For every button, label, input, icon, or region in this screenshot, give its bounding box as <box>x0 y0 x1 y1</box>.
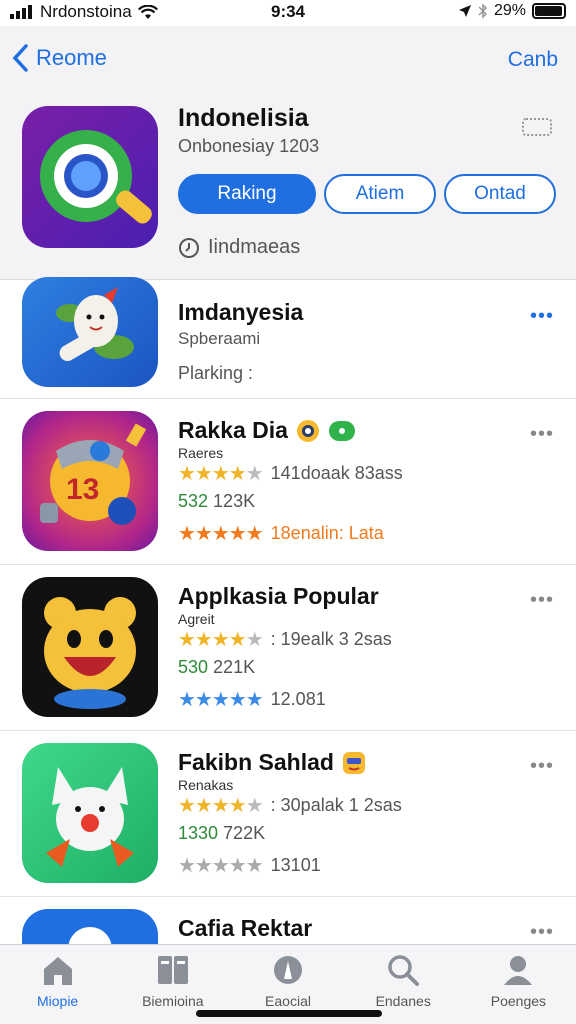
more-options-icon[interactable]: ••• <box>530 589 554 612</box>
home-icon <box>43 957 72 985</box>
download-count-suffix: 123K <box>208 491 256 511</box>
app-title-text: Fakibn Sahlad <box>178 749 334 775</box>
rating-text: 141doaak 83ass <box>270 463 403 483</box>
back-label: Reome <box>36 45 107 70</box>
star-rating-icon: ★★★★★ <box>178 855 264 877</box>
clock-icon <box>179 237 199 258</box>
rating-row: ★★★★★ : 19ealk 3 2sas <box>178 627 392 652</box>
rating-text: 12.081 <box>270 689 326 709</box>
more-options-icon[interactable]: ••• <box>530 921 554 944</box>
rating-text: 18enalin: Lata <box>270 523 384 543</box>
tab-label: Endanes <box>375 993 431 1009</box>
tab-label: Biemioina <box>142 993 204 1009</box>
contact-button[interactable]: Ontad <box>444 174 556 214</box>
status-right: 29% <box>458 2 566 20</box>
location-arrow-icon <box>458 5 471 17</box>
app-subtitle: Raeres <box>178 445 224 461</box>
app-detail-header: Reome Canb Indonelisia Onbonesiay 1203 R… <box>0 26 576 280</box>
battery-icon <box>532 3 566 19</box>
download-count-number: 1330 <box>178 823 219 843</box>
star-rating-icon: ★★★★★ <box>178 523 264 545</box>
action-button[interactable]: Atiem <box>324 174 436 214</box>
star-rating-icon: ★★★★★ <box>178 689 264 711</box>
app-title: Fakibn Sahlad <box>178 749 366 776</box>
rating-row-secondary: ★★★★★ 18enalin: Lata <box>178 521 384 546</box>
app-title-text: Imdanyesia <box>178 299 304 325</box>
more-options-icon[interactable]: ••• <box>530 305 554 328</box>
app-title-text: Applkasia Popular <box>178 583 379 609</box>
app-ranking-label: Plarking : <box>178 363 254 383</box>
app-icon-search[interactable] <box>22 106 158 248</box>
bluetooth-icon <box>478 3 488 19</box>
download-count: 530 221K <box>178 657 255 678</box>
download-count-number: 530 <box>178 657 209 677</box>
app-icon-game-ball: 13 <box>22 411 158 551</box>
download-count: 532 123K <box>178 491 255 512</box>
download-count-suffix: 722K <box>218 823 266 843</box>
app-list: Imdanyesia ••• Spberaami Plarking : 13 R… <box>0 277 576 1024</box>
rating-text: : 30palak 1 2sas <box>270 795 402 815</box>
app-subtitle: Spberaami <box>178 329 261 348</box>
app-icon-fox <box>22 743 158 883</box>
app-subtitle: Agreit <box>178 611 215 627</box>
back-button[interactable]: Reome <box>12 44 107 72</box>
app-icon-mascot <box>22 277 158 387</box>
tab-label: Miopie <box>36 993 79 1009</box>
svg-text:13: 13 <box>66 473 99 506</box>
social-icon <box>274 956 302 984</box>
download-count: 1330 722K <box>178 823 265 844</box>
rating-text: 13101 <box>270 855 321 875</box>
chevron-left-icon <box>12 44 28 72</box>
app-title: Indonelisia <box>178 104 309 132</box>
app-meta-text: Iindmaeas <box>208 236 301 258</box>
ranking-button[interactable]: Raking <box>178 174 316 214</box>
app-meta: Iindmaeas <box>178 236 300 259</box>
app-subtitle: Renakas <box>178 777 234 793</box>
rating-row-secondary: ★★★★★ 13101 <box>178 853 321 878</box>
rating-row: ★★★★★ : 30palak 1 2sas <box>178 793 402 818</box>
app-title-text: Cafia Rektar <box>178 915 313 941</box>
tab-home[interactable]: Miopie <box>0 945 115 1024</box>
list-item[interactable]: Fakibn Sahlad ••• Renakas ★★★★★ : 30pala… <box>0 731 576 897</box>
app-title: Rakka Dia <box>178 417 356 444</box>
face-emoji-icon <box>296 419 319 442</box>
grid-icon <box>157 956 188 984</box>
download-count-suffix: 221K <box>208 657 256 677</box>
green-badge-icon <box>328 420 355 441</box>
app-title: Applkasia Popular <box>178 583 379 610</box>
rating-row: ★★★★★ 141doaak 83ass <box>178 461 403 486</box>
rating-row-secondary: ★★★★★ 12.081 <box>178 687 326 712</box>
app-title: Imdanyesia <box>178 299 303 326</box>
download-count-number: 532 <box>178 491 209 511</box>
status-bar: Nrdonstoina 9:34 29% <box>0 0 576 26</box>
emoji-badge-icon <box>342 751 365 774</box>
app-icon-bear <box>22 577 158 717</box>
tab-label: Poenges <box>490 993 547 1009</box>
home-indicator[interactable] <box>196 1010 382 1017</box>
star-rating-icon: ★★★★★ <box>178 795 264 817</box>
more-options-icon[interactable]: ••• <box>530 423 554 446</box>
tab-profile[interactable]: Poenges <box>461 945 576 1024</box>
battery-percent: 29% <box>493 2 526 19</box>
star-rating-icon: ★★★★★ <box>178 629 264 651</box>
signal-icon <box>10 5 32 19</box>
search-icon <box>388 955 420 986</box>
more-options-icon[interactable]: ••• <box>530 755 554 778</box>
list-item[interactable]: Imdanyesia ••• Spberaami Plarking : <box>0 277 576 399</box>
list-item[interactable]: 13 Rakka Dia ••• Raeres ★★★★★ 141doaak 8… <box>0 399 576 565</box>
app-title: Cafia Rektar <box>178 915 312 942</box>
more-options-icon[interactable] <box>522 118 552 136</box>
status-left: Nrdonstoina <box>10 2 158 22</box>
person-icon <box>504 956 533 985</box>
rating-text: : 19ealk 3 2sas <box>270 629 392 649</box>
carrier-name: Nrdonstoina <box>40 2 132 21</box>
tab-label: Eaocial <box>265 993 311 1009</box>
app-title-text: Rakka Dia <box>178 417 288 443</box>
list-item[interactable]: Applkasia Popular ••• Agreit ★★★★★ : 19e… <box>0 565 576 731</box>
wifi-icon <box>137 4 158 19</box>
app-subtitle: Onbonesiay 1203 <box>178 136 320 156</box>
nav-right-button[interactable]: Canb <box>508 48 558 72</box>
star-rating-icon: ★★★★★ <box>178 463 264 485</box>
